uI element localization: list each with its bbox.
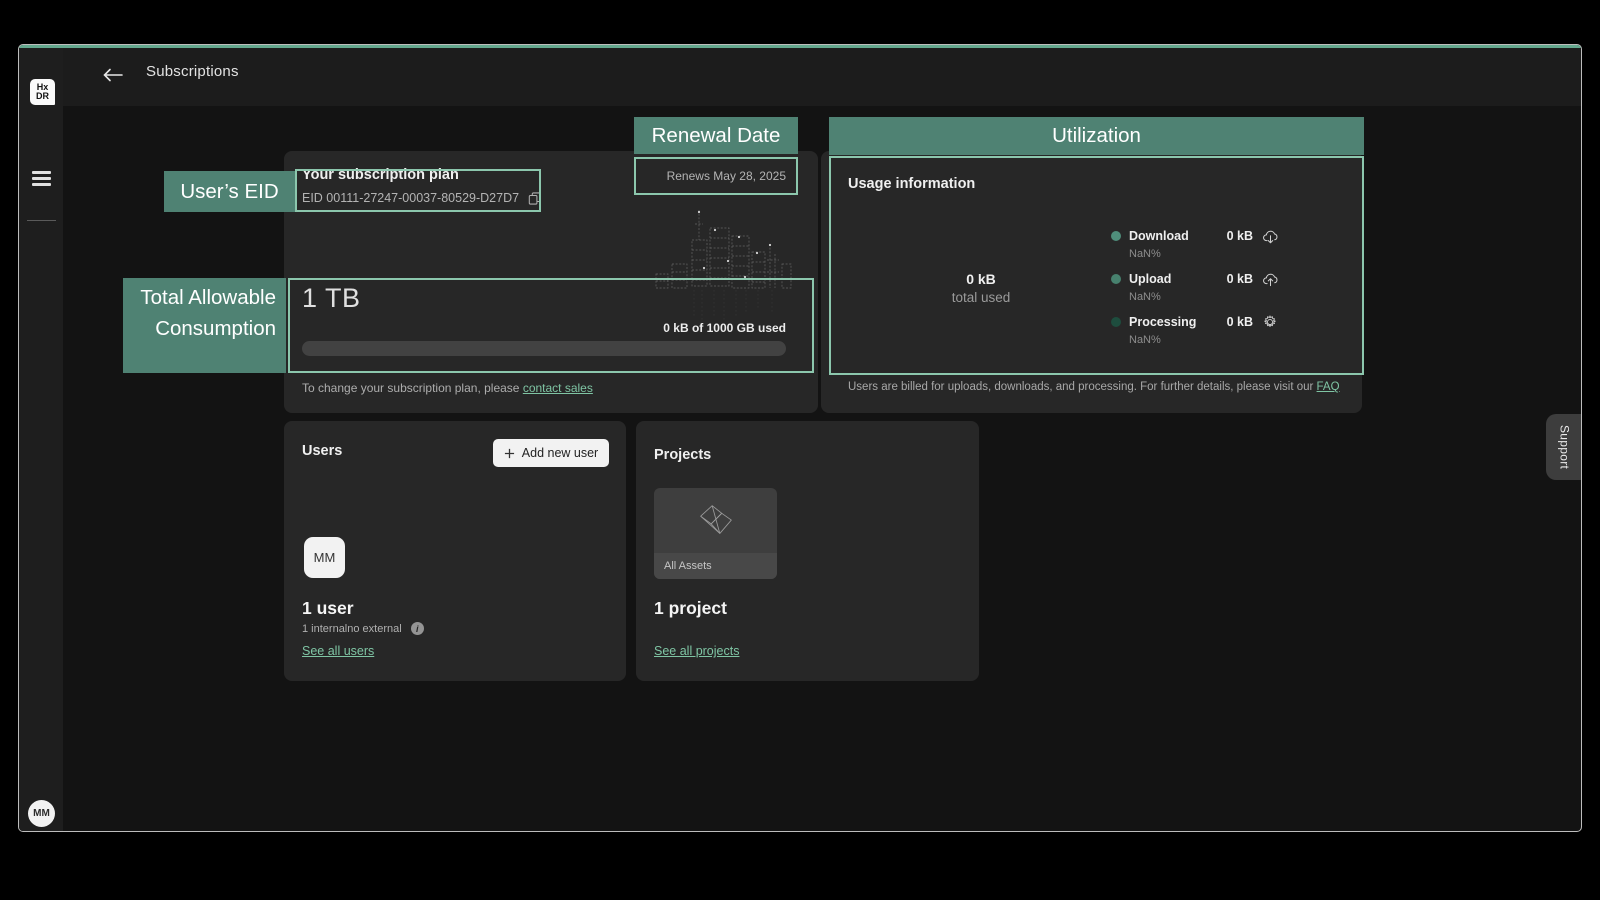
logo-text-line2: DR xyxy=(36,92,49,101)
back-button[interactable] xyxy=(95,59,131,91)
wireframe-asset-icon xyxy=(693,501,739,541)
annotation-consumption-label: Total Allowable Consumption xyxy=(123,278,286,373)
sidebar-divider xyxy=(27,220,56,221)
top-bar xyxy=(19,48,1581,106)
page-title: Subscriptions xyxy=(146,63,239,80)
top-accent-line xyxy=(19,45,1581,48)
see-all-projects-row: See all projects xyxy=(654,644,739,658)
see-all-projects-link[interactable]: See all projects xyxy=(654,644,739,658)
hxdr-logo[interactable]: Hx DR xyxy=(30,79,55,105)
user-avatar[interactable]: MM xyxy=(28,800,55,827)
projects-card-title: Projects xyxy=(654,447,711,463)
user-breakdown: 1 internalno external i xyxy=(302,622,424,635)
annotation-users-eid-label: User’s EID xyxy=(164,171,295,212)
utilization-footnote: Users are billed for uploads, downloads,… xyxy=(848,381,1340,393)
users-card: Users Add new user MM 1 user 1 internaln… xyxy=(284,421,626,681)
app-window: Hx DR MM Subscriptions Your subscription… xyxy=(18,44,1582,832)
add-new-user-button[interactable]: Add new user xyxy=(493,439,609,467)
faq-link[interactable]: FAQ xyxy=(1317,381,1340,393)
annotation-renewal-date-box: Renews May 28, 2025 xyxy=(634,157,798,195)
user-avatar-tile[interactable]: MM xyxy=(304,537,345,578)
contact-sales-link[interactable]: contact sales xyxy=(523,381,593,395)
all-assets-tile[interactable]: All Assets xyxy=(654,488,777,579)
support-tab-label: Support xyxy=(1558,425,1572,469)
support-tab[interactable]: Support xyxy=(1546,414,1582,480)
project-count: 1 project xyxy=(654,598,727,619)
plus-icon xyxy=(504,448,515,459)
user-count: 1 user xyxy=(302,598,354,619)
annotation-consumption-box xyxy=(288,278,814,373)
annotation-users-eid-box xyxy=(295,169,541,212)
all-assets-label: All Assets xyxy=(654,553,777,579)
all-assets-thumbnail xyxy=(654,488,777,553)
sidebar: Hx DR MM xyxy=(19,48,63,832)
hamburger-menu-icon[interactable] xyxy=(32,171,51,186)
annotation-renewal-date-label: Renewal Date xyxy=(634,117,798,154)
users-card-title: Users xyxy=(302,443,342,459)
screen-background: Hx DR MM Subscriptions Your subscription… xyxy=(0,0,1600,900)
info-icon[interactable]: i xyxy=(411,622,424,635)
projects-card: Projects All Assets 1 project See all pr… xyxy=(636,421,979,681)
see-all-users-link[interactable]: See all users xyxy=(302,644,374,658)
see-all-users-row: See all users xyxy=(302,644,374,658)
back-arrow-icon xyxy=(103,68,123,82)
annotation-utilization-label: Utilization xyxy=(829,117,1364,155)
annotation-utilization-box xyxy=(829,156,1364,375)
subscription-footnote: To change your subscription plan, please… xyxy=(302,381,593,395)
